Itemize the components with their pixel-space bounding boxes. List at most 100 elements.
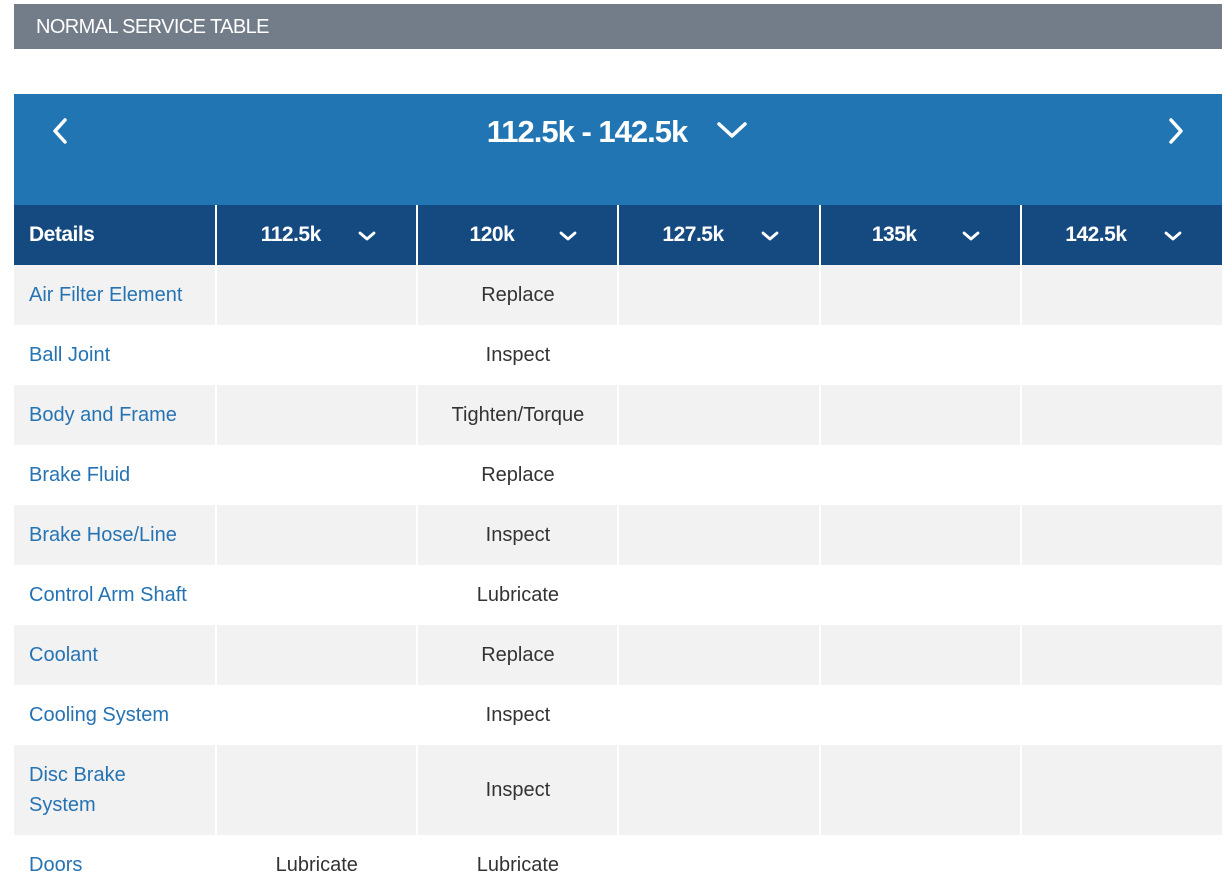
service-item-link[interactable]: Air Filter Element [14,265,217,325]
table-row: Coolant Replace [14,625,1222,685]
table-row: Body and Frame Tighten/Torque [14,385,1222,445]
service-cell [617,685,820,745]
service-item-link[interactable]: Cooling System [14,685,217,745]
table-row: Brake Hose/Line Inspect [14,505,1222,565]
service-cell [818,685,1021,745]
column-header-127-5k[interactable]: 127.5k [617,205,820,265]
service-cell: Replace [416,625,619,685]
service-cell: Lubricate [416,565,619,625]
service-cell [617,625,820,685]
column-header-label: 112.5k [260,223,322,246]
range-selector[interactable]: 112.5k - 142.5k [487,112,749,152]
table-row: Doors Lubricate Lubricate [14,835,1222,883]
chevron-down-icon [717,122,747,138]
service-item-label: Disc Brake System [29,764,126,816]
service-cell: Lubricate [416,835,619,883]
service-cell [215,685,418,745]
service-cell [215,325,418,385]
service-item-link[interactable]: Body and Frame [14,385,217,445]
table-header-row: Details 112.5k 120k 127.5k 135k 142.5k [14,205,1222,265]
service-cell [818,745,1021,835]
service-cell: Replace [416,445,619,505]
range-navigator: 112.5k - 142.5k [14,94,1222,205]
service-cell [1019,385,1222,445]
service-cell [215,265,418,325]
service-cell: Tighten/Torque [416,385,619,445]
column-header-120k[interactable]: 120k [416,205,619,265]
service-cell: Inspect [416,745,619,835]
chevron-down-icon [560,231,577,241]
table-row: Brake Fluid Replace [14,445,1222,505]
service-cell [1019,685,1222,745]
service-cell [1019,835,1222,883]
service-item-link[interactable]: Control Arm Shaft [14,565,217,625]
service-cell [617,745,820,835]
service-cell [617,385,820,445]
chevron-down-icon [358,231,376,241]
column-header-label: 120k [469,223,515,246]
service-cell [818,325,1021,385]
service-item-link[interactable]: Brake Fluid [14,445,217,505]
service-cell [617,325,820,385]
table-row: Control Arm Shaft Lubricate [14,565,1222,625]
service-cell: Replace [416,265,619,325]
service-cell [1019,325,1222,385]
service-cell [818,625,1021,685]
service-cell [1019,445,1222,505]
chevron-right-icon [1169,118,1183,144]
service-table-page: NORMAL SERVICE TABLE 112.5k - 142.5k Det… [0,0,1229,883]
next-range-button[interactable] [1164,116,1188,146]
service-cell [215,445,418,505]
service-cell [215,625,418,685]
service-item-link[interactable]: Brake Hose/Line [14,505,217,565]
service-cell [1019,625,1222,685]
column-header-inner[interactable]: 112.5k [217,205,416,265]
service-cell: Inspect [416,325,619,385]
range-selector-wrap: 112.5k - 142.5k [14,112,1222,152]
service-cell [215,385,418,445]
column-header-inner[interactable]: 120k [418,205,617,265]
service-cell [617,265,820,325]
service-cell [617,835,820,883]
service-table: Details 112.5k 120k 127.5k 135k 142.5k A… [14,205,1222,883]
service-cell [617,445,820,505]
service-cell [818,445,1021,505]
table-row: Ball Joint Inspect [14,325,1222,385]
service-cell [818,265,1021,325]
service-cell [818,565,1021,625]
service-cell: Inspect [416,685,619,745]
table-row: Cooling System Inspect [14,685,1222,745]
service-cell [617,565,820,625]
column-header-112-5k[interactable]: 112.5k [215,205,418,265]
service-cell [1019,265,1222,325]
service-cell: Inspect [416,505,619,565]
service-cell [818,835,1021,883]
service-cell [818,505,1021,565]
service-cell: Lubricate [215,835,418,883]
column-header-inner[interactable]: 127.5k [619,205,818,265]
service-cell [818,385,1021,445]
service-item-link[interactable]: Ball Joint [14,325,217,385]
range-label: 112.5k - 142.5k [486,114,688,149]
service-item-link[interactable]: Doors [14,835,217,883]
chevron-down-icon [761,231,779,241]
table-row: Air Filter Element Replace [14,265,1222,325]
service-cell [215,505,418,565]
service-cell [617,505,820,565]
column-header-142-5k[interactable]: 142.5k [1019,205,1222,265]
column-header-inner[interactable]: 135k [821,205,1020,265]
table-row: Disc Brake System Inspect [14,745,1222,835]
column-header-inner[interactable]: 142.5k [1022,205,1222,265]
chevron-down-icon [962,231,980,241]
service-item-link[interactable]: Disc Brake System [14,745,217,835]
service-cell [1019,505,1222,565]
column-header-135k[interactable]: 135k [818,205,1021,265]
details-column-header: Details [14,205,217,265]
section-title: NORMAL SERVICE TABLE [14,4,1222,49]
column-header-label: 135k [871,223,917,246]
column-header-label: 127.5k [662,223,724,246]
service-cell [215,565,418,625]
chevron-down-icon [1164,231,1182,241]
service-cell [1019,565,1222,625]
service-item-link[interactable]: Coolant [14,625,217,685]
